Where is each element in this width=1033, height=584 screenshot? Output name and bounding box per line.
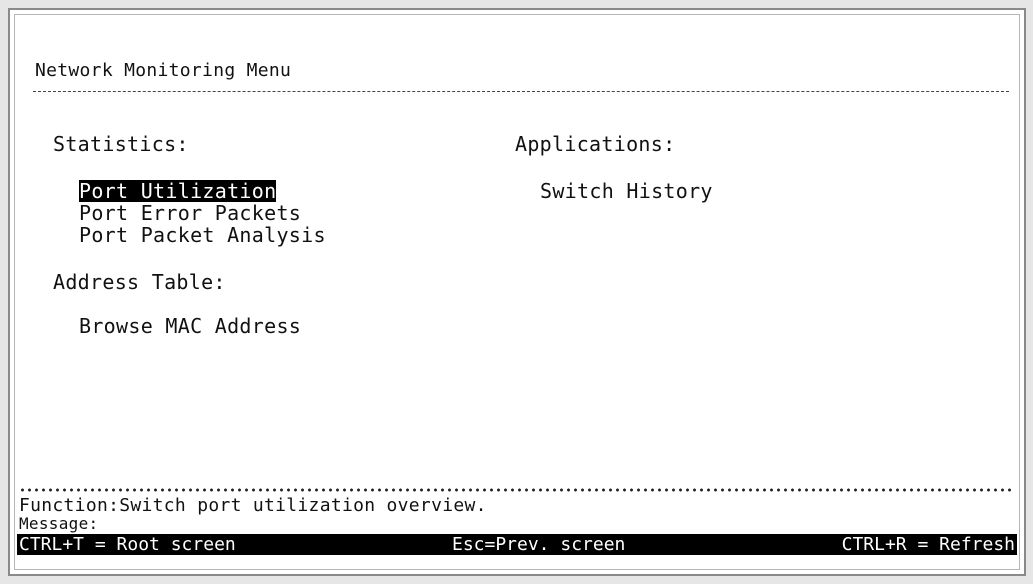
menu-item-port-utilization[interactable]: Port Utilization <box>79 180 277 202</box>
menu-item-browse-mac-address[interactable]: Browse MAC Address <box>79 315 301 337</box>
page-title: Network Monitoring Menu <box>35 60 292 81</box>
address-table-heading: Address Table: <box>53 270 226 294</box>
title-divider <box>33 91 1009 92</box>
menu-item-port-error-packets[interactable]: Port Error Packets <box>79 202 301 224</box>
shortcut-root-screen[interactable]: CTRL+T = Root screen <box>19 534 236 555</box>
menu-item-port-packet-analysis[interactable]: Port Packet Analysis <box>79 224 326 246</box>
shortcut-refresh[interactable]: CTRL+R = Refresh <box>842 534 1015 555</box>
applications-heading: Applications: <box>515 132 676 156</box>
message-line: Message: <box>19 514 99 533</box>
terminal-screen: Network Monitoring Menu Statistics: Port… <box>14 14 1020 570</box>
status-divider <box>19 488 1015 492</box>
shortcut-bar: CTRL+T = Root screen Esc=Prev. screen CT… <box>17 534 1017 555</box>
terminal-window: Network Monitoring Menu Statistics: Port… <box>8 8 1026 576</box>
shortcut-prev-screen[interactable]: Esc=Prev. screen <box>452 534 625 555</box>
statistics-heading: Statistics: <box>53 132 189 156</box>
menu-item-switch-history[interactable]: Switch History <box>540 180 713 202</box>
